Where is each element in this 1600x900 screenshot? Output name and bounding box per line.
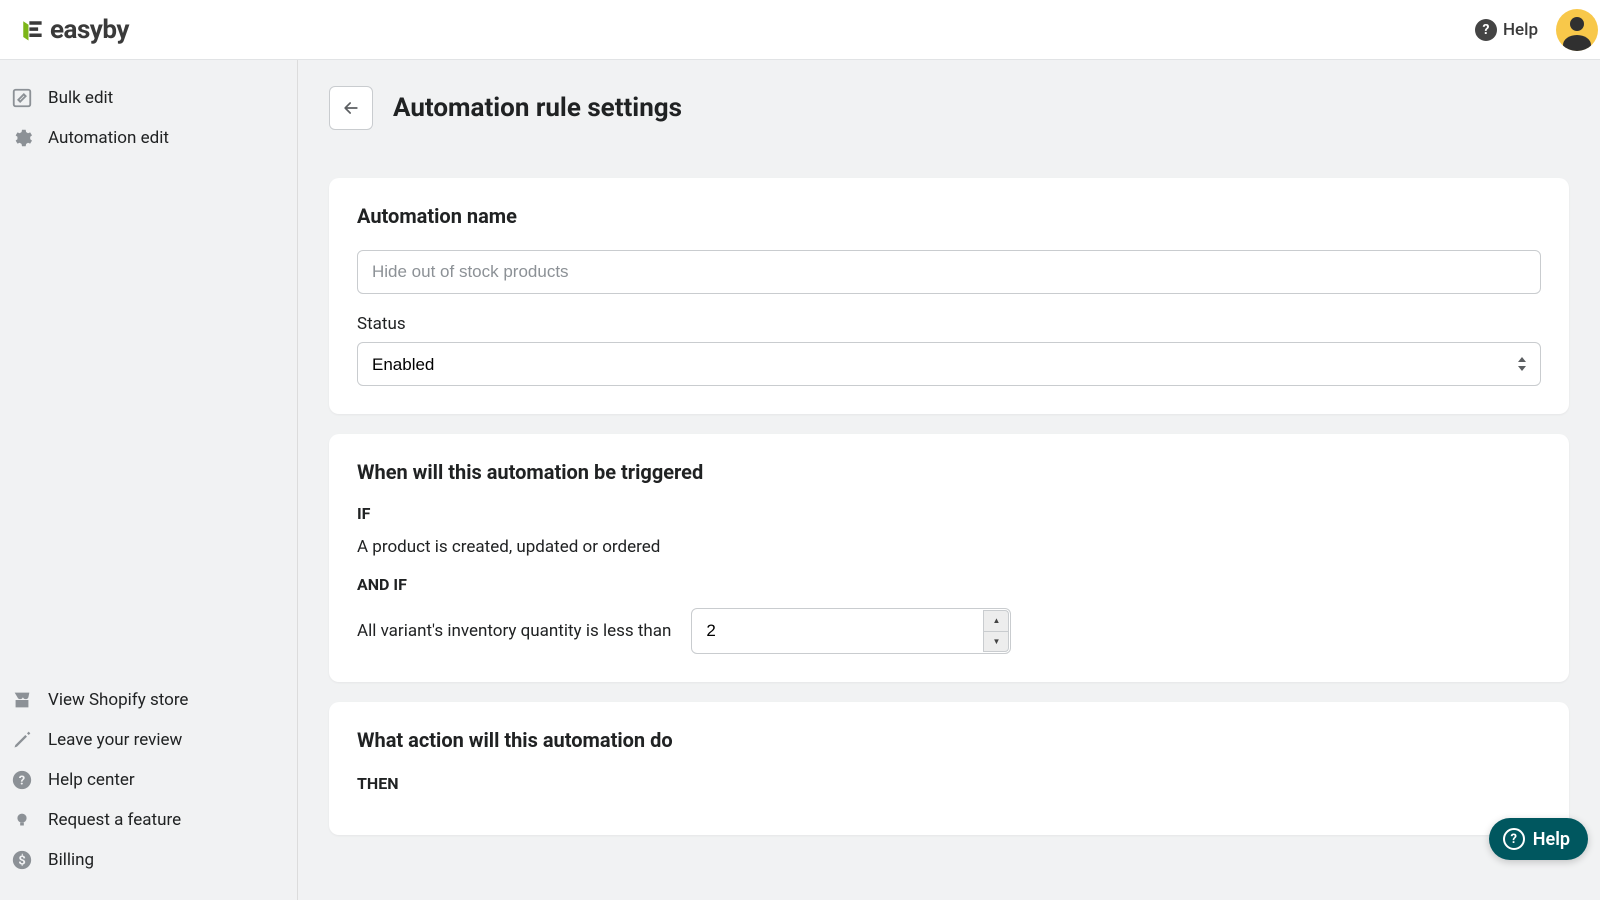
main-content: Automation rule settings Automation name…: [298, 60, 1600, 900]
help-widget-label: Help: [1533, 829, 1570, 850]
sidebar-label: Automation edit: [48, 128, 169, 148]
help-widget-icon: ?: [1503, 828, 1525, 850]
caret-down-icon: ▼: [992, 637, 1000, 646]
edit-square-icon: [10, 86, 34, 110]
and-if-condition-text: All variant's inventory quantity is less…: [357, 621, 671, 641]
lightbulb-icon: [10, 808, 34, 832]
brand-logo[interactable]: easyby: [18, 15, 129, 45]
sidebar-item-billing[interactable]: $ Billing: [0, 840, 297, 880]
if-label: IF: [357, 504, 1541, 523]
gear-icon: [10, 126, 34, 150]
quantity-step-down[interactable]: ▼: [983, 631, 1009, 653]
back-button[interactable]: [329, 86, 373, 130]
then-label: THEN: [357, 774, 1541, 793]
help-circle-icon: ?: [1475, 19, 1497, 41]
sidebar: Bulk edit Automation edit View Shopify s…: [0, 60, 298, 900]
sidebar-item-view-store[interactable]: View Shopify store: [0, 680, 297, 720]
card-automation-name: Automation name Status Enabled: [329, 178, 1569, 414]
sidebar-label: Leave your review: [48, 730, 182, 750]
quantity-step-up[interactable]: ▲: [983, 610, 1009, 631]
sidebar-label: Bulk edit: [48, 88, 113, 108]
if-condition-text: A product is created, updated or ordered: [357, 537, 1541, 557]
card-heading: Automation name: [357, 204, 1541, 228]
sidebar-label: View Shopify store: [48, 690, 188, 710]
sidebar-item-request-feature[interactable]: Request a feature: [0, 800, 297, 840]
page-title: Automation rule settings: [393, 93, 682, 123]
app-header: easyby ? Help: [0, 0, 1600, 60]
brand-name: easyby: [50, 15, 129, 45]
svg-text:?: ?: [19, 774, 25, 789]
card-heading: When will this automation be triggered: [357, 460, 1541, 484]
dollar-circle-icon: $: [10, 848, 34, 872]
sidebar-item-help-center[interactable]: ? Help center: [0, 760, 297, 800]
quantity-threshold-input[interactable]: [691, 608, 1011, 654]
sidebar-item-bulk-edit[interactable]: Bulk edit: [0, 78, 297, 118]
sidebar-label: Request a feature: [48, 810, 181, 830]
sidebar-item-leave-review[interactable]: Leave your review: [0, 720, 297, 760]
card-heading: What action will this automation do: [357, 728, 1541, 752]
and-if-label: AND IF: [357, 575, 1541, 594]
status-select[interactable]: Enabled: [357, 342, 1541, 386]
arrow-left-icon: [341, 98, 361, 118]
sidebar-label: Billing: [48, 850, 94, 870]
header-help-link[interactable]: ? Help: [1475, 19, 1538, 41]
card-trigger: When will this automation be triggered I…: [329, 434, 1569, 682]
automation-name-input[interactable]: [357, 250, 1541, 294]
status-field-label: Status: [357, 314, 1541, 334]
header-help-label: Help: [1503, 20, 1538, 40]
caret-up-icon: ▲: [992, 616, 1000, 625]
question-circle-icon: ?: [10, 768, 34, 792]
store-icon: [10, 688, 34, 712]
svg-text:$: $: [18, 854, 25, 869]
card-action: What action will this automation do THEN: [329, 702, 1569, 835]
help-widget-button[interactable]: ? Help: [1489, 818, 1588, 860]
sidebar-item-automation-edit[interactable]: Automation edit: [0, 118, 297, 158]
user-avatar[interactable]: [1556, 9, 1598, 51]
pencil-icon: [10, 728, 34, 752]
logo-mark-icon: [18, 16, 46, 44]
sidebar-label: Help center: [48, 770, 135, 790]
